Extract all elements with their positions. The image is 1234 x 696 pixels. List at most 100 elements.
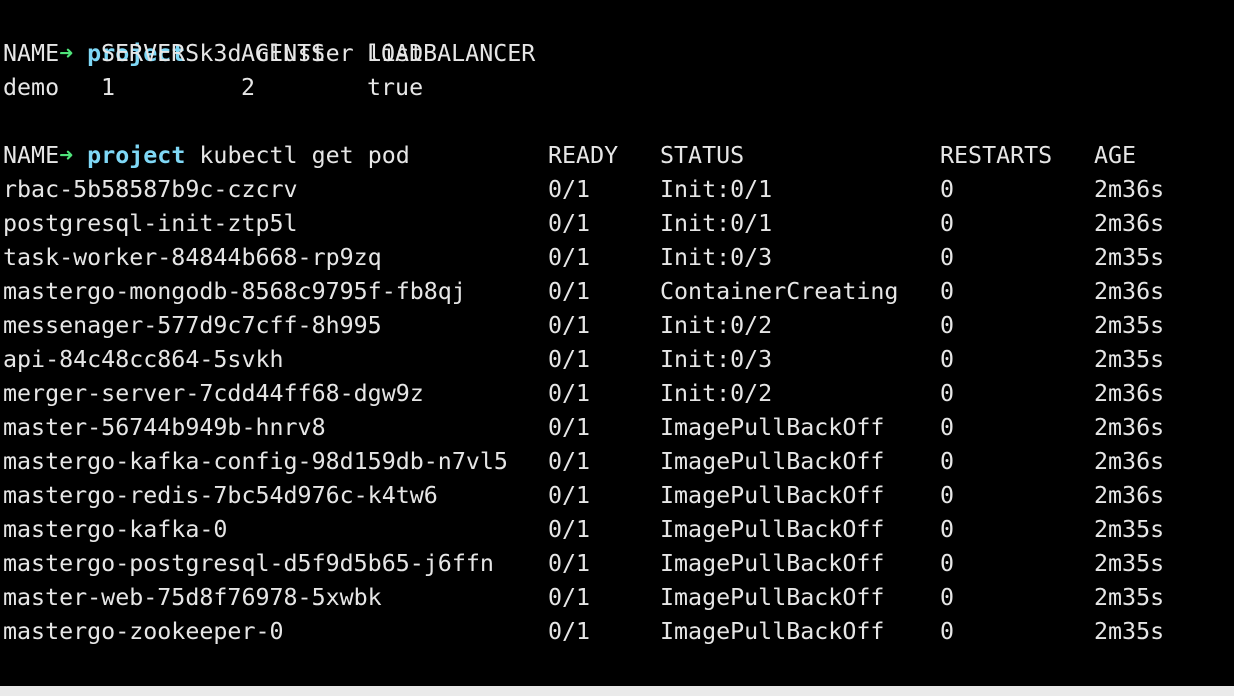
pod-ready: 0/1: [548, 244, 591, 271]
pod-row: postgresql-init-ztp5l 0/1 Init:0/1 0 2m3…: [3, 207, 1164, 241]
pod-name: merger-server-7cdd44ff68-dgw9z: [3, 380, 424, 407]
pod-restarts: 0: [940, 584, 955, 611]
pod-status: ImagePullBackOff: [660, 618, 885, 645]
pod-status: ImagePullBackOff: [660, 516, 885, 543]
pod-name: mastergo-postgresql-d5f9d5b65-j6ffn: [3, 550, 494, 577]
pod-restarts: 0: [940, 312, 955, 339]
pod-name: mastergo-mongodb-8568c9795f-fb8qj: [3, 278, 466, 305]
pod-ready: 0/1: [548, 312, 591, 339]
pod-row: mastergo-kafka-0 0/1 ImagePullBackOff 0 …: [3, 513, 1164, 547]
pod-ready: 0/1: [548, 584, 591, 611]
pod-restarts: 0: [940, 482, 955, 509]
prompt-directory: project: [87, 142, 186, 169]
pod-age: 2m35s: [1094, 346, 1165, 373]
pod-ready: 0/1: [548, 448, 591, 475]
pod-restarts: 0: [940, 618, 955, 645]
pod-restarts: 0: [940, 448, 955, 475]
pod-status: ImagePullBackOff: [660, 550, 885, 577]
pod-restarts: 0: [940, 380, 955, 407]
pod-age: 2m35s: [1094, 244, 1165, 271]
prompt-line-get-pod: ➜ project kubectl get pod: [3, 105, 410, 169]
pod-table-header: NAME READY STATUS RESTARTS AGE: [3, 139, 1136, 173]
pod-status: ImagePullBackOff: [660, 448, 885, 475]
pod-status: Init:0/1: [660, 176, 773, 203]
header-agents: AGENTS: [241, 40, 326, 67]
pod-status: ContainerCreating: [660, 278, 899, 305]
pod-row: mastergo-postgresql-d5f9d5b65-j6ffn 0/1 …: [3, 547, 1164, 581]
header-restarts: RESTARTS: [940, 142, 1053, 169]
pod-ready: 0/1: [548, 210, 591, 237]
header-loadbalancer: LOADBALANCER: [367, 40, 536, 67]
pod-row: mastergo-mongodb-8568c9795f-fb8qj 0/1 Co…: [3, 275, 1164, 309]
pod-status: Init:0/1: [660, 210, 773, 237]
pod-restarts: 0: [940, 550, 955, 577]
pod-row: mastergo-redis-7bc54d976c-k4tw6 0/1 Imag…: [3, 479, 1164, 513]
pod-name: mastergo-zookeeper-0: [3, 618, 284, 645]
pod-age: 2m36s: [1094, 380, 1165, 407]
pod-ready: 0/1: [548, 550, 591, 577]
pod-name: postgresql-init-ztp5l: [3, 210, 298, 237]
pod-name: mastergo-kafka-0: [3, 516, 228, 543]
pod-age: 2m36s: [1094, 176, 1165, 203]
pod-age: 2m35s: [1094, 516, 1165, 543]
pod-name: messenager-577d9c7cff-8h995: [3, 312, 382, 339]
cluster-agents: 2: [241, 74, 256, 101]
prompt-line-cluster-list: ➜ project k3d cluster list: [3, 3, 424, 67]
prompt-arrow-icon: ➜: [59, 40, 74, 67]
header-age: AGE: [1094, 142, 1137, 169]
pod-age: 2m36s: [1094, 482, 1165, 509]
header-ready: READY: [548, 142, 619, 169]
pod-restarts: 0: [940, 210, 955, 237]
pod-name: task-worker-84844b668-rp9zq: [3, 244, 382, 271]
pod-name: mastergo-kafka-config-98d159db-n7vl5: [3, 448, 508, 475]
command-text: kubectl get pod: [199, 142, 410, 169]
pod-row: mastergo-zookeeper-0 0/1 ImagePullBackOf…: [3, 615, 1164, 649]
active-prompt-line[interactable]: ➜ project: [3, 649, 211, 683]
header-name: NAME: [3, 40, 60, 67]
pod-name: mastergo-redis-7bc54d976c-k4tw6: [3, 482, 438, 509]
pod-restarts: 0: [940, 516, 955, 543]
pod-row: api-84c48cc864-5svkh 0/1 Init:0/3 0 2m35…: [3, 343, 1164, 377]
pod-row: mastergo-kafka-config-98d159db-n7vl5 0/1…: [3, 445, 1164, 479]
pod-age: 2m36s: [1094, 210, 1165, 237]
pod-ready: 0/1: [548, 278, 591, 305]
prompt-arrow-icon: ➜: [59, 142, 74, 169]
cluster-name: demo: [3, 74, 60, 101]
pod-name: master-web-75d8f76978-5xwbk: [3, 584, 382, 611]
pod-name: api-84c48cc864-5svkh: [3, 346, 284, 373]
pod-ready: 0/1: [548, 516, 591, 543]
pod-age: 2m36s: [1094, 278, 1165, 305]
pod-restarts: 0: [940, 278, 955, 305]
window-bottom-edge: [0, 686, 1234, 696]
pod-row: merger-server-7cdd44ff68-dgw9z 0/1 Init:…: [3, 377, 1164, 411]
pod-ready: 0/1: [548, 176, 591, 203]
pod-age: 2m35s: [1094, 550, 1165, 577]
pod-status: Init:0/3: [660, 244, 773, 271]
pod-age: 2m36s: [1094, 414, 1165, 441]
pod-status: Init:0/2: [660, 312, 773, 339]
pod-status: Init:0/3: [660, 346, 773, 373]
pod-age: 2m36s: [1094, 448, 1165, 475]
pod-row: messenager-577d9c7cff-8h995 0/1 Init:0/2…: [3, 309, 1164, 343]
pod-status: ImagePullBackOff: [660, 414, 885, 441]
pod-age: 2m35s: [1094, 584, 1165, 611]
pod-status: Init:0/2: [660, 380, 773, 407]
pod-status: ImagePullBackOff: [660, 482, 885, 509]
header-status: STATUS: [660, 142, 745, 169]
header-name: NAME: [3, 142, 60, 169]
cluster-servers: 1: [101, 74, 116, 101]
pod-name: master-56744b949b-hnrv8: [3, 414, 326, 441]
pod-row: task-worker-84844b668-rp9zq 0/1 Init:0/3…: [3, 241, 1164, 275]
pod-name: rbac-5b58587b9c-czcrv: [3, 176, 298, 203]
cluster-table-row: demo 1 2 true: [3, 71, 423, 105]
pod-ready: 0/1: [548, 482, 591, 509]
pod-restarts: 0: [940, 346, 955, 373]
pod-restarts: 0: [940, 176, 955, 203]
terminal-window[interactable]: ➜ project k3d cluster list NAME SERVERS …: [0, 0, 1234, 686]
pod-ready: 0/1: [548, 346, 591, 373]
pod-ready: 0/1: [548, 380, 591, 407]
pod-restarts: 0: [940, 414, 955, 441]
header-servers: SERVERS: [101, 40, 200, 67]
pod-ready: 0/1: [548, 618, 591, 645]
pod-age: 2m35s: [1094, 618, 1165, 645]
